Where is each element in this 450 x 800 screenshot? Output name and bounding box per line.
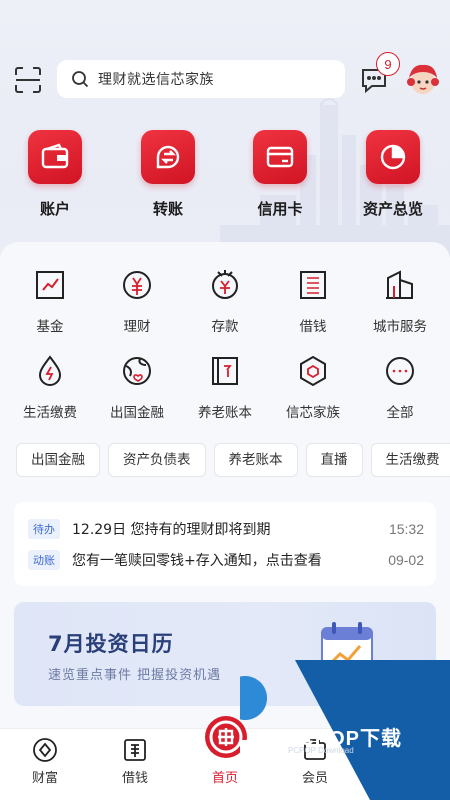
avatar[interactable] — [404, 60, 442, 98]
more-icon — [386, 357, 414, 385]
utility-drop-icon — [38, 355, 62, 386]
notice-text: 您有一笔赎回零钱+存入通知，点击查看 — [72, 553, 322, 569]
diamond-icon — [33, 738, 57, 762]
notice-tag: 待办 — [28, 519, 60, 539]
hexagon-icon — [300, 355, 326, 387]
service-label: 信芯家族 — [286, 405, 340, 421]
pension-book-icon — [212, 357, 238, 385]
borrow-tab-icon — [124, 739, 146, 761]
quick-assets[interactable]: 资产总览 — [348, 130, 438, 219]
chip-overseas[interactable]: 出国金融 — [16, 443, 100, 477]
tab-wealth[interactable]: 财富 — [0, 737, 90, 786]
service-borrow[interactable]: 借钱 — [268, 268, 358, 335]
service-family[interactable]: 信芯家族 — [268, 354, 358, 421]
globe-heart-icon — [123, 357, 151, 385]
quick-credit-card[interactable]: 信用卡 — [235, 130, 325, 219]
quick-transfer[interactable]: 转账 — [123, 130, 213, 219]
service-label: 基金 — [36, 319, 64, 335]
notice-time: 15:32 — [388, 521, 424, 537]
notice-tag: 动账 — [28, 550, 60, 570]
service-city[interactable]: 城市服务 — [355, 268, 445, 335]
banner-title: 7月投资日历 — [48, 632, 174, 656]
notice-panel: 待办 12.29日 您持有的理财即将到期 15:32 动账 您有一笔赎回零钱+存… — [14, 502, 436, 586]
service-label: 理财 — [123, 319, 151, 335]
borrow-icon — [300, 271, 326, 299]
notice-time: 09-02 — [388, 552, 424, 568]
tab-borrow[interactable]: 借钱 — [90, 737, 180, 786]
quick-label: 账户 — [39, 200, 70, 218]
service-label: 借钱 — [299, 319, 327, 335]
chip-utility[interactable]: 生活缴费 — [370, 443, 450, 477]
credit-card-icon — [253, 130, 307, 184]
chip-pension[interactable]: 养老账本 — [213, 443, 298, 477]
notice-item[interactable]: 动账 您有一笔赎回零钱+存入通知，点击查看 09-02 — [28, 547, 424, 573]
service-deposit[interactable]: 存款 — [180, 268, 270, 335]
tab-label: 借钱 — [121, 771, 148, 786]
chip-balance-sheet[interactable]: 资产负债表 — [108, 443, 206, 477]
service-wealth[interactable]: 理财 — [92, 268, 182, 335]
watermark-subtext: PCPOP Download — [288, 746, 354, 755]
service-label: 养老账本 — [198, 405, 252, 421]
city-building-icon — [386, 270, 413, 299]
service-utility[interactable]: 生活缴费 — [5, 354, 95, 421]
tab-label: 财富 — [31, 771, 58, 786]
service-label: 全部 — [386, 405, 414, 421]
notice-text: 12.29日 您持有的理财即将到期 — [72, 522, 271, 538]
top-header: 理财就选信芯家族 9 — [0, 52, 450, 100]
wallet-icon — [28, 130, 82, 184]
transfer-icon — [141, 130, 195, 184]
chip-live[interactable]: 直播 — [305, 443, 363, 477]
pie-chart-icon — [366, 130, 420, 184]
shortcut-chips: 出国金融 资产负债表 养老账本 直播 生活缴费 — [16, 443, 450, 477]
notice-item[interactable]: 待办 12.29日 您持有的理财即将到期 15:32 — [28, 516, 424, 542]
search-input[interactable]: 理财就选信芯家族 — [57, 60, 345, 98]
service-pension[interactable]: 养老账本 — [180, 354, 270, 421]
service-label: 城市服务 — [373, 319, 427, 335]
service-label: 生活缴费 — [23, 405, 77, 421]
quick-account[interactable]: 账户 — [10, 130, 100, 219]
quick-label: 资产总览 — [362, 200, 423, 218]
search-icon — [72, 71, 89, 88]
deposit-icon — [212, 270, 238, 299]
banner-subtitle: 速览重点事件 把握投资机遇 — [48, 668, 222, 683]
search-placeholder: 理财就选信芯家族 — [98, 72, 214, 88]
service-fund[interactable]: 基金 — [5, 268, 95, 335]
message-count-badge: 9 — [376, 52, 400, 76]
yuan-coin-icon — [123, 271, 151, 299]
quick-entries: 账户 转账 信用卡 资产总览 — [0, 130, 450, 225]
quick-label: 信用卡 — [257, 200, 303, 218]
service-all[interactable]: 全部 — [355, 354, 445, 421]
service-label: 存款 — [211, 319, 239, 335]
scan-icon[interactable] — [14, 66, 42, 94]
service-overseas[interactable]: 出国金融 — [92, 354, 182, 421]
quick-label: 转账 — [152, 200, 183, 218]
fund-chart-icon — [36, 271, 64, 299]
service-label: 出国金融 — [110, 405, 164, 421]
